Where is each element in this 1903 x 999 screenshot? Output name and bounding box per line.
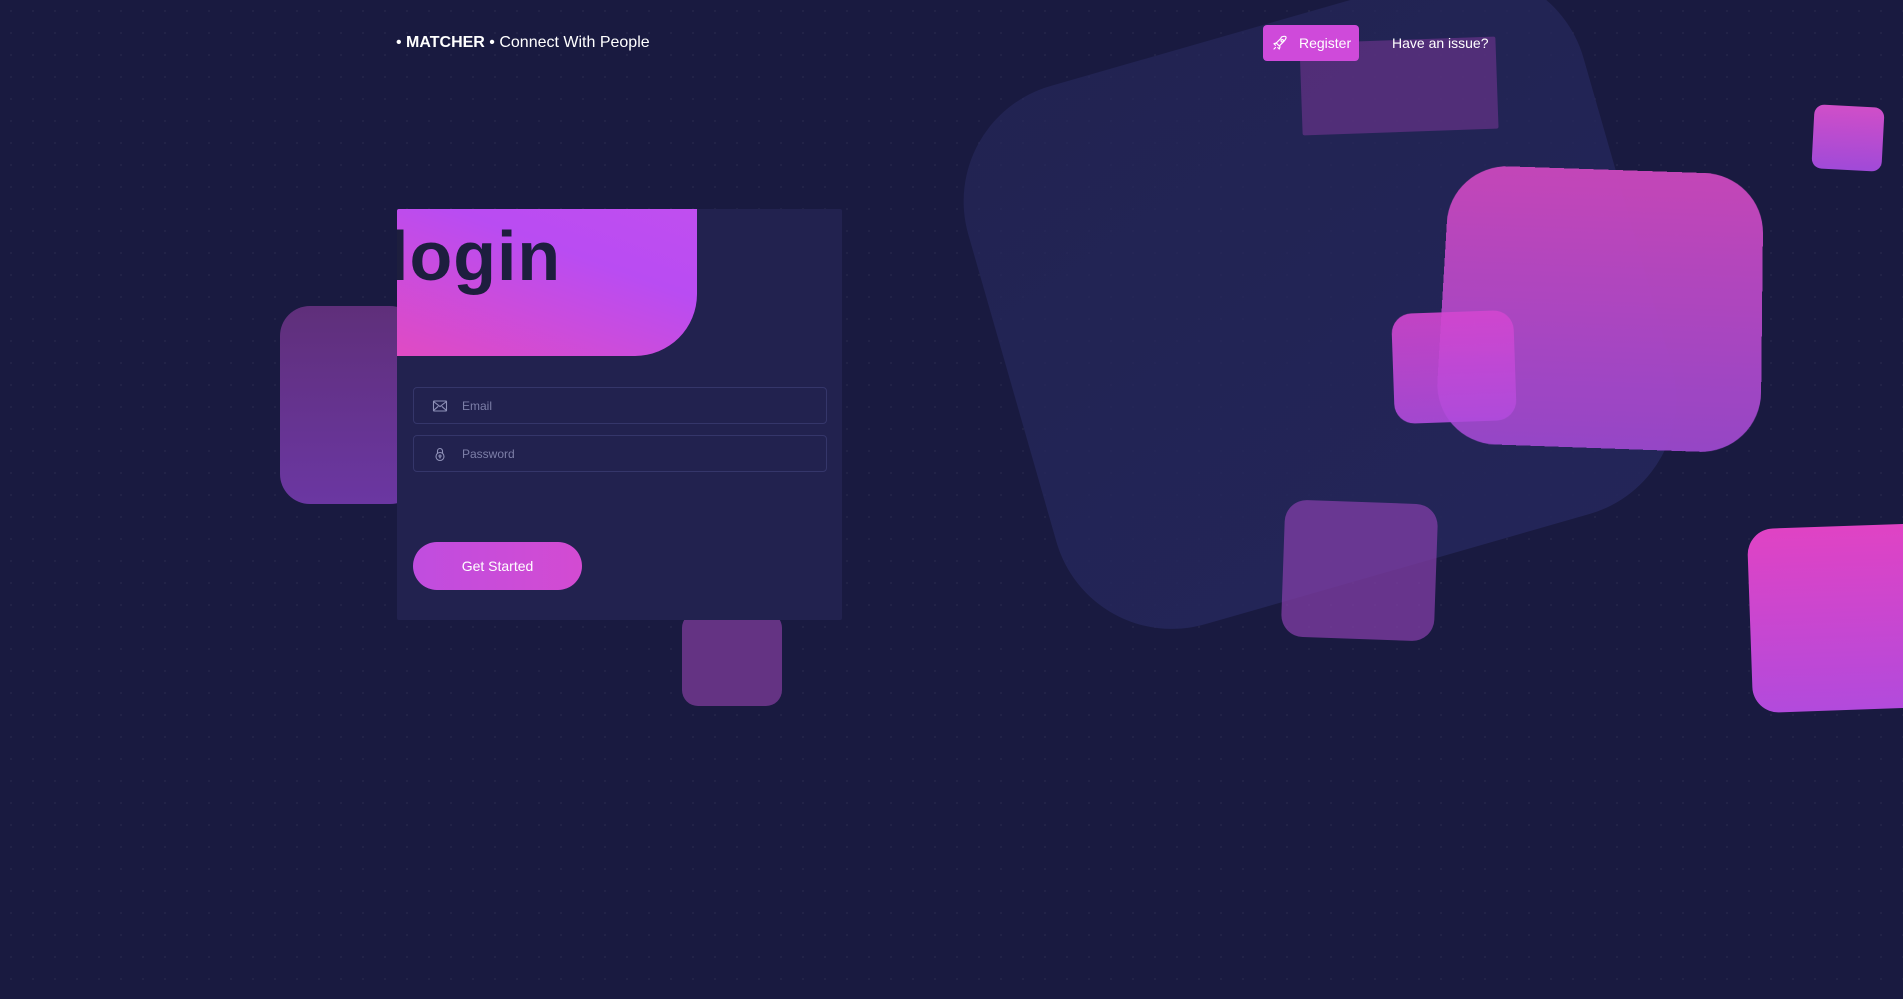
email-field[interactable] bbox=[413, 387, 827, 424]
brand-prefix: • bbox=[396, 34, 407, 51]
brand-name: MATCHER bbox=[406, 34, 485, 51]
envelope-icon bbox=[432, 399, 448, 412]
lock-icon bbox=[435, 447, 445, 461]
decorative-square bbox=[1746, 522, 1903, 714]
login-card: login Get Started bbox=[397, 209, 842, 620]
password-field[interactable] bbox=[413, 435, 827, 472]
decorative-square bbox=[1391, 309, 1517, 425]
decorative-square bbox=[1811, 104, 1885, 172]
login-title: login bbox=[397, 217, 562, 295]
decorative-square bbox=[682, 612, 782, 706]
rocket-icon bbox=[1273, 35, 1287, 50]
get-started-button[interactable]: Get Started bbox=[413, 542, 582, 590]
issue-link[interactable]: Have an issue? bbox=[1392, 35, 1489, 51]
brand-tagline: • Connect With People bbox=[484, 34, 650, 51]
register-label: Register bbox=[1299, 35, 1352, 51]
register-button[interactable]: Register bbox=[1263, 25, 1359, 61]
password-input[interactable] bbox=[462, 446, 826, 461]
login-card-header: login bbox=[397, 209, 697, 356]
decorative-square bbox=[1280, 499, 1439, 642]
brand: • MATCHER • Connect With People bbox=[396, 34, 650, 52]
email-input[interactable] bbox=[462, 398, 826, 413]
